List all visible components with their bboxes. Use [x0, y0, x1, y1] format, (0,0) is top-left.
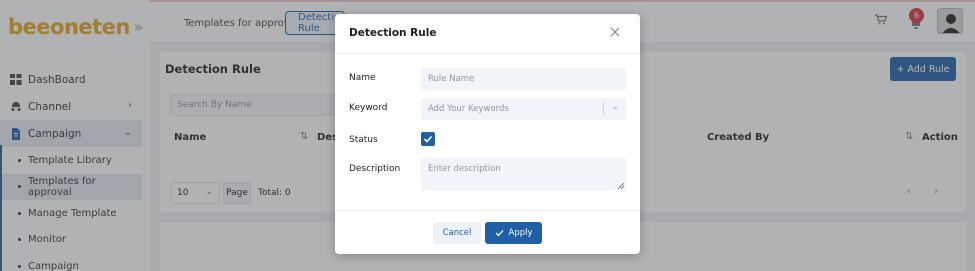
check-icon: [423, 135, 433, 143]
modal-title: Detection Rule: [349, 27, 437, 39]
description-placeholder: Enter description: [428, 164, 501, 174]
modal-header: Detection Rule: [335, 14, 640, 54]
keyword-select[interactable]: Add Your Keywords ⌄: [421, 98, 626, 120]
check-icon: [495, 230, 503, 237]
keyword-placeholder: Add Your Keywords: [428, 104, 509, 114]
close-icon[interactable]: [608, 25, 622, 39]
apply-button[interactable]: Apply: [485, 222, 542, 244]
keyword-label: Keyword: [349, 103, 388, 113]
status-label: Status: [349, 135, 378, 145]
description-textarea[interactable]: Enter description: [421, 158, 626, 191]
modal-footer-divider: [335, 210, 640, 211]
cancel-button[interactable]: Cancel: [433, 222, 481, 244]
apply-button-label: Apply: [508, 228, 533, 238]
select-separator: [603, 102, 604, 116]
resize-handle-icon[interactable]: [618, 183, 624, 189]
detection-rule-modal: Detection Rule Name Rule Name Keyword Ad…: [335, 14, 640, 254]
rule-name-input[interactable]: Rule Name: [421, 68, 626, 90]
name-label: Name: [349, 73, 376, 83]
description-label: Description: [349, 164, 401, 174]
chevron-down-icon[interactable]: ⌄: [611, 102, 619, 112]
status-checkbox[interactable]: [421, 132, 435, 146]
